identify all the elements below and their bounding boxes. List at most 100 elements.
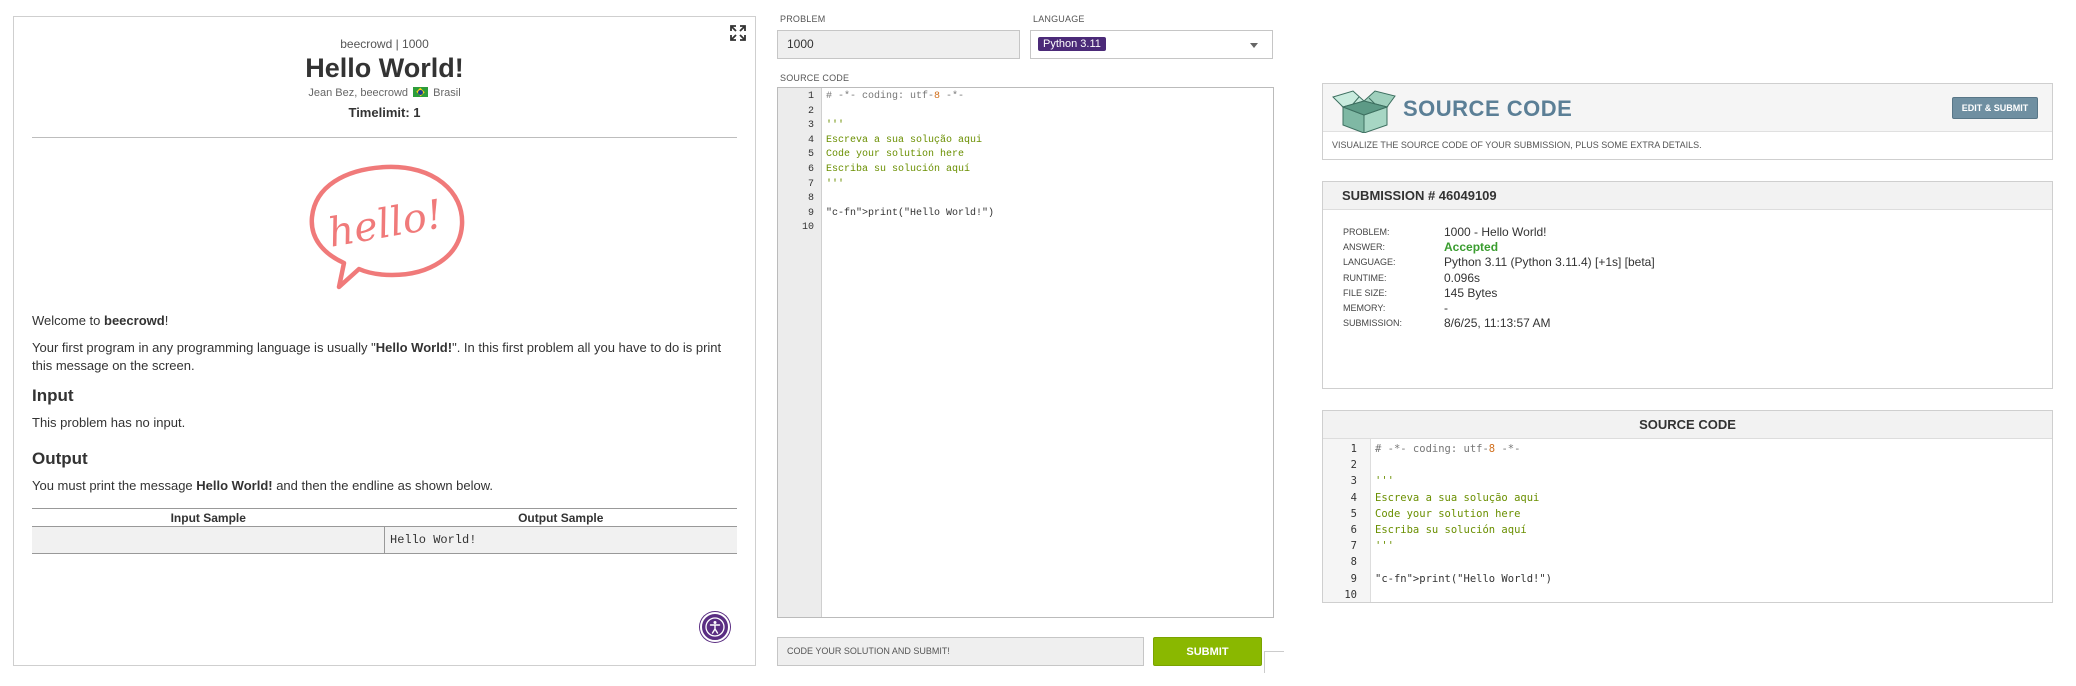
sample-output-cell: Hello World! — [390, 533, 477, 547]
source-code-view-heading: SOURCE CODE — [1323, 411, 2052, 439]
line-number: 1 — [807, 91, 814, 102]
sample-table: Input Sample Output Sample Hello World! — [32, 508, 737, 554]
editor-code-line: 4 Escreva a sua solução aqui — [778, 134, 1273, 149]
source-view-code-line: 9 "c-fn">print("Hello World!") — [1323, 571, 2052, 587]
code-text: Escriba su solución aquí — [826, 163, 971, 175]
open-box-icon — [1332, 90, 1396, 133]
sample-input-header: Input Sample — [170, 511, 246, 525]
editor-code-line: 1 # -*- coding: utf-8 -*- — [778, 90, 1273, 105]
source-view-code-line: 8 — [1323, 554, 2052, 570]
line-number: 7 — [807, 178, 814, 190]
problem-description: Your first program in any programming la… — [32, 340, 722, 373]
source-view-code-line: 7 ''' — [1323, 538, 2052, 554]
output-text: You must print the message Hello World! … — [32, 478, 494, 493]
accessibility-icon — [705, 617, 725, 637]
submission-heading: SUBMISSION # 46049109 — [1323, 182, 2052, 210]
accessibility-button[interactable] — [700, 612, 730, 642]
line-number: 10 — [801, 222, 814, 234]
sample-output-header: Output Sample — [518, 511, 604, 525]
code-text: # -*- coding: utf-8 -*- — [826, 91, 965, 102]
source-view-code-line: 2 — [1323, 457, 2052, 473]
source-code-title: SOURCE CODE — [1403, 96, 1573, 121]
code-text: ''' — [1375, 540, 1394, 553]
output-heading: Output — [32, 449, 88, 468]
code-text: # -*- coding: utf-8 -*- — [1375, 443, 1521, 455]
line-number: 7 — [1350, 540, 1357, 553]
problem-number-input[interactable]: 1000 — [777, 30, 1020, 59]
editor-code-line: 6 Escriba su solución aquí — [778, 163, 1273, 178]
submit-button[interactable]: SUBMIT — [1153, 637, 1262, 666]
code-text: ''' — [1375, 475, 1394, 488]
divider — [32, 137, 737, 138]
input-text: This problem has no input. — [32, 415, 186, 430]
source-view-code-line: 5 Code your solution here — [1323, 506, 2052, 522]
source-code-description: VISUALIZE THE SOURCE CODE OF YOUR SUBMIS… — [1332, 140, 1702, 150]
editor-code-line: 3 ''' — [778, 119, 1273, 134]
detail-value: 8/6/25, 11:13:57 AM — [1444, 316, 1551, 331]
submit-message-input[interactable]: CODE YOUR SOLUTION AND SUBMIT! — [777, 637, 1144, 666]
source-view-code-line: 3 ''' — [1323, 473, 2052, 489]
source-view-code-line: 6 Escriba su solución aquí — [1323, 522, 2052, 538]
code-text: ''' — [826, 178, 845, 190]
submission-details-panel: SUBMISSION # 46049109 PROBLEM: 1000 - Hel… — [1322, 181, 2053, 389]
editor-code-line: 7 ''' — [778, 178, 1273, 193]
line-number: 8 — [1350, 556, 1357, 569]
problem-panel: beecrowd | 1000 Hello World! Jean Bez, b… — [13, 16, 756, 666]
source-code-label: SOURCE CODE — [780, 73, 850, 83]
line-number: 2 — [1350, 459, 1357, 472]
editor-code-line: 10 — [778, 221, 1273, 236]
line-number: 5 — [1350, 507, 1357, 520]
line-number: 5 — [807, 149, 814, 161]
problem-title: Hello World! — [305, 53, 464, 83]
line-number: 3 — [1350, 475, 1357, 488]
editor-code-line: 8 — [778, 192, 1273, 207]
source-code-header-panel: SOURCE CODE EDIT & SUBMIT VISUALIZE THE … — [1322, 83, 2053, 160]
source-code-view-panel: SOURCE CODE 1 # -*- coding: utf-8 -*- 2 3 ''… — [1322, 410, 2053, 603]
line-number: 8 — [807, 193, 814, 205]
source-view-code-line: 10 — [1323, 587, 2052, 603]
sample-input-cell — [32, 527, 385, 553]
code-text: Escriba su solución aquí — [1375, 523, 1527, 536]
source-view-code-line: 4 Escreva a sua solução aqui — [1323, 490, 2052, 506]
detail-key: SUBMISSION: — [1343, 318, 1403, 329]
editor-code-line: 5 Code your solution here — [778, 148, 1273, 163]
code-text: ''' — [826, 120, 845, 132]
author-country: Brasil — [433, 87, 461, 99]
input-heading: Input — [32, 386, 74, 405]
line-number: 6 — [1350, 523, 1357, 536]
language-selected-value: Python 3.11 — [1038, 37, 1106, 51]
line-number: 3 — [807, 120, 814, 132]
submission-detail-row: SUBMISSION: 8/6/25, 11:13:57 AM — [1343, 313, 2042, 333]
problem-label: PROBLEM — [780, 14, 826, 24]
hello-speech-bubble-image: hello! — [309, 164, 465, 290]
code-text: Escreva a sua solução aqui — [826, 134, 983, 146]
code-text: Code your solution here — [1375, 507, 1521, 520]
edit-and-submit-button[interactable]: EDIT & SUBMIT — [1952, 97, 2038, 119]
code-text: "c-fn">print("Hello World!") — [1375, 572, 1553, 585]
code-text: Escreva a sua solução aqui — [1375, 491, 1540, 504]
line-number: 2 — [807, 105, 814, 117]
editor-code-line: 9 "c-fn">print("Hello World!") — [778, 207, 1273, 222]
timelimit: Timelimit: 1 — [348, 105, 421, 120]
problem-source: beecrowd | 1000 — [340, 37, 429, 51]
line-number: 9 — [807, 207, 814, 219]
chevron-down-icon — [1250, 43, 1258, 48]
source-view-code-line: 1 # -*- coding: utf-8 -*- — [1323, 441, 2052, 457]
line-number: 1 — [1350, 443, 1357, 455]
editor-code-line: 2 — [778, 105, 1273, 120]
language-label: LANGUAGE — [1033, 14, 1085, 24]
welcome-text: Welcome to beecrowd! — [32, 313, 169, 328]
code-editor[interactable]: 1 # -*- coding: utf-8 -*- 2 3 ''' 4 Escreva a … — [777, 87, 1274, 618]
line-number: 9 — [1350, 572, 1357, 585]
code-text: "c-fn">print("Hello World!") — [826, 207, 995, 219]
line-number: 6 — [807, 163, 814, 175]
line-number: 4 — [1350, 491, 1357, 504]
brazil-flag-icon — [413, 87, 429, 97]
line-number: 10 — [1344, 588, 1357, 601]
code-text: Code your solution here — [826, 149, 965, 161]
language-select[interactable]: Python 3.11 — [1030, 30, 1273, 59]
problem-author: Jean Bez, beecrowd Brasil — [14, 87, 755, 99]
hello-image-text: hello! — [325, 191, 446, 256]
author-name: Jean Bez, beecrowd — [308, 87, 409, 99]
scroll-corner — [1264, 651, 1284, 673]
